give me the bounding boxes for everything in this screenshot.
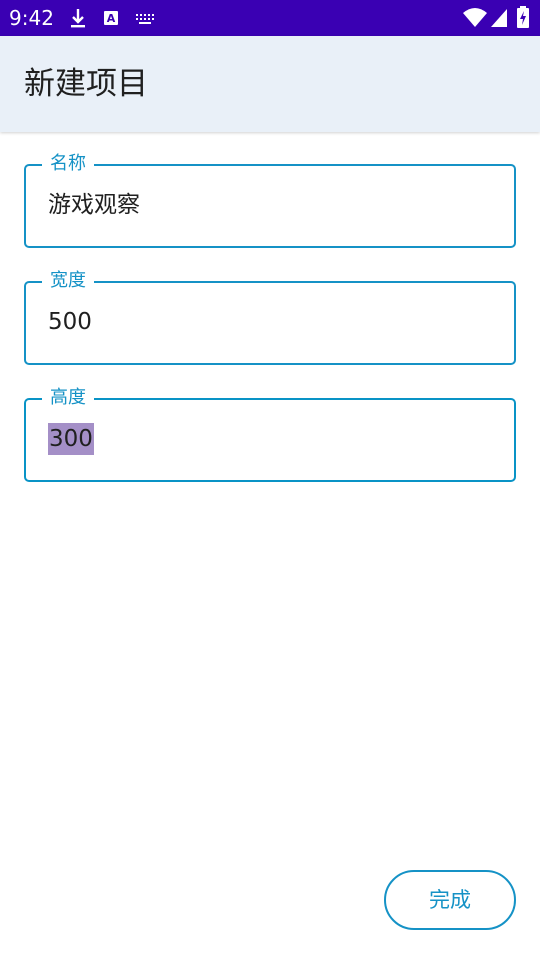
width-field[interactable]: 宽度 500: [24, 270, 516, 365]
height-field-label: 高度: [42, 387, 94, 409]
height-field[interactable]: 高度 300: [24, 387, 516, 482]
name-field-label: 名称: [42, 153, 94, 175]
height-field-value[interactable]: 300: [48, 423, 94, 455]
app-bar: 新建项目: [0, 36, 540, 132]
name-field-value[interactable]: 游戏观察: [48, 189, 140, 221]
status-bar: 9:42 A: [0, 0, 540, 36]
done-button[interactable]: 完成: [384, 870, 516, 930]
wifi-icon: [463, 8, 487, 27]
width-field-label: 宽度: [42, 270, 94, 292]
keyboard-icon: [136, 14, 154, 24]
page-title: 新建项目: [24, 66, 148, 102]
svg-text:A: A: [107, 12, 116, 25]
text-a-icon: A: [104, 11, 118, 25]
signal-icon: [491, 9, 507, 27]
download-icon: [71, 9, 85, 28]
battery-charging-icon: [517, 6, 529, 28]
status-time: 9:42: [9, 6, 54, 30]
name-field[interactable]: 名称 游戏观察: [24, 153, 516, 248]
width-field-value[interactable]: 500: [48, 306, 92, 338]
